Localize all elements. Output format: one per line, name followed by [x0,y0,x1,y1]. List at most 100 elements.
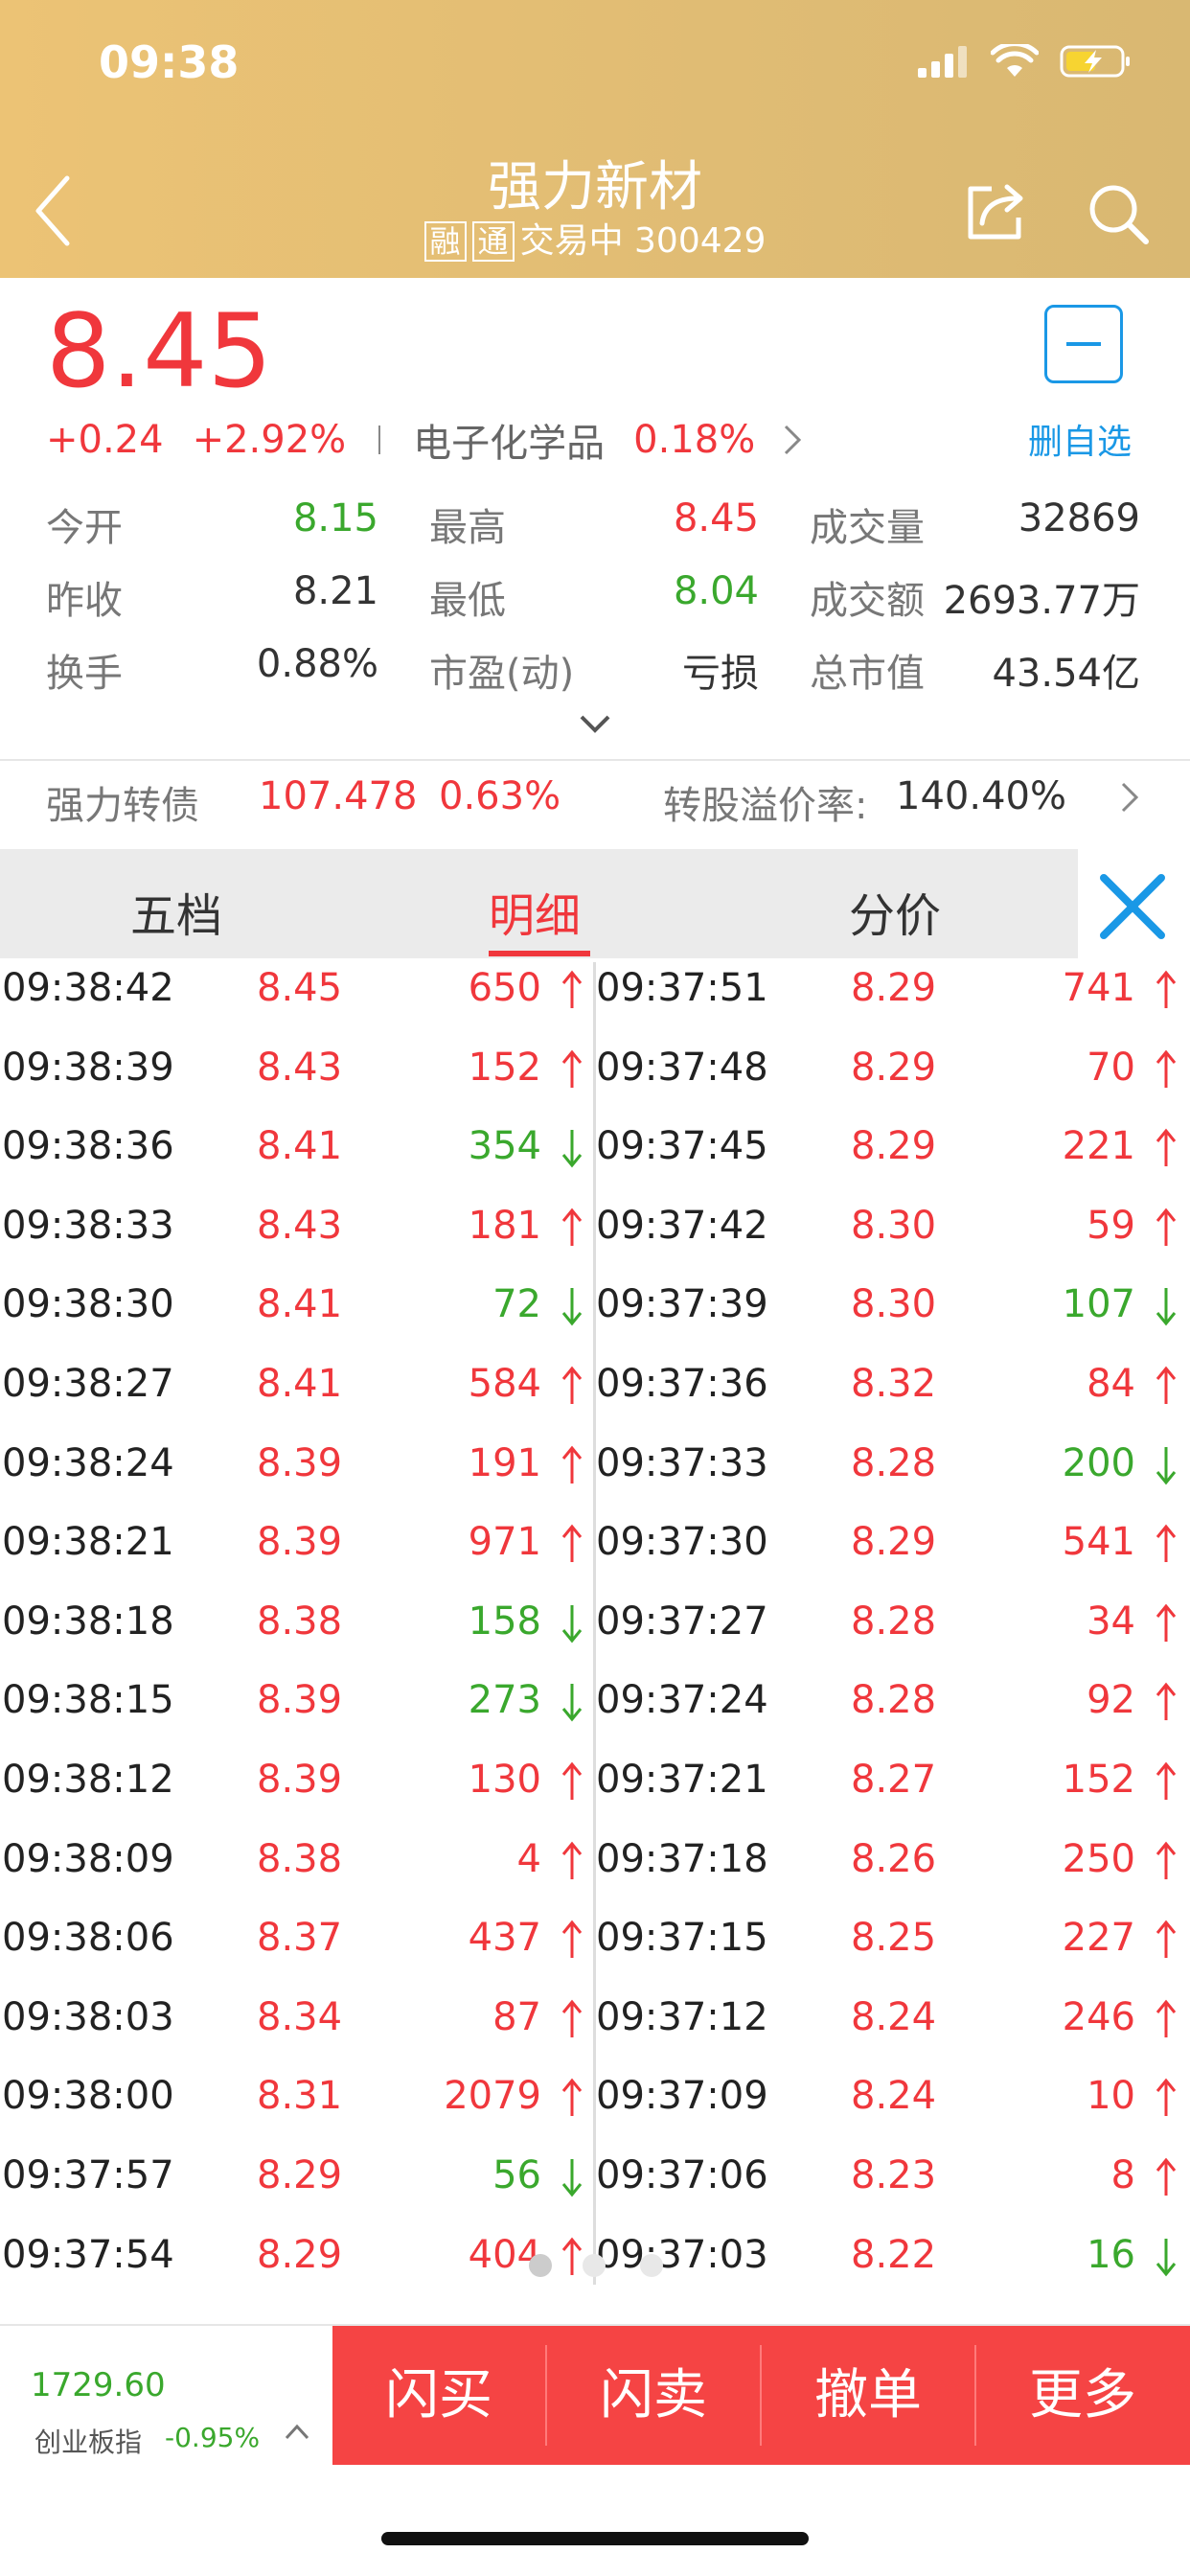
tick-time: 09:37:48 [596,1045,768,1090]
tick-time: 09:37:09 [596,2074,768,2119]
tick-price: 8.29 [851,1045,937,1090]
bond-pct: 0.63% [439,774,561,818]
tick-time: 09:37:27 [596,1598,768,1644]
tick-vol: 152 [1062,1758,1135,1802]
tab-order-book[interactable]: 五档 [130,878,222,945]
arrow-up-icon [1156,1999,1177,2037]
stat-value: 0.88% [256,642,378,686]
tick-time: 09:37:12 [596,1994,768,2039]
page-dot[interactable] [583,2254,606,2277]
page-indicator [0,2254,1190,2279]
tick-price: 8.26 [851,1836,937,1881]
signal-icon [918,46,967,78]
status-icons [918,44,1133,79]
sector-change-pct[interactable]: 0.18% [633,418,755,462]
chevron-up-icon[interactable] [284,2422,310,2441]
wifi-icon [991,44,1039,77]
share-icon[interactable] [963,177,1030,244]
stat-label: 最低 [429,579,506,623]
tick-vol: 246 [1062,1994,1135,2039]
trading-status: 交易中 [519,221,624,261]
tick-time: 09:37:33 [596,1440,768,1485]
arrow-up-icon [1156,2079,1177,2117]
tick-time: 09:37:45 [596,1124,768,1169]
tick-vol: 84 [1087,1362,1135,1406]
chevron-right-icon[interactable] [782,423,803,457]
tick-price: 8.30 [851,1203,937,1248]
stat-value: 8.45 [673,496,759,540]
arrow-up-icon [1156,1049,1177,1088]
stat-value: 8.15 [292,496,378,540]
tick-price: 8.23 [851,2153,937,2197]
column-divider [593,962,596,2285]
tick-vol: 227 [1062,1916,1135,1961]
tick-vol: 221 [1062,1124,1135,1169]
flash-buy-button[interactable]: 闪买 [332,2326,545,2465]
tick-time: 09:37:15 [596,1916,768,1961]
more-button[interactable]: 更多 [976,2326,1189,2465]
index-value[interactable]: 1729.60 [31,2366,166,2404]
stat-label: 昨收 [46,579,123,623]
trade-actions: 闪买 闪卖 撤单 更多 [332,2326,1190,2465]
current-price: 8.45 [46,292,273,410]
price-change-row: +0.24 +2.92% 电子化学品 0.18% [46,412,803,468]
index-change[interactable]: -0.95% [165,2422,260,2453]
convertible-bond-row[interactable]: 强力转债 107.478 0.63% 转股溢价率: 140.40% [0,774,1190,832]
tick-time: 09:37:51 [596,966,768,1010]
tick-time: 09:37:24 [596,1678,768,1723]
tick-price: 8.28 [851,1678,937,1723]
tick-time: 09:37:18 [596,1836,768,1881]
cancel-order-button[interactable]: 撤单 [762,2326,974,2465]
arrow-up-icon [1156,2157,1177,2196]
tick-vol: 10 [1087,2074,1135,2119]
tick-price: 8.29 [851,966,937,1010]
tick-price: 8.29 [851,1124,937,1169]
search-icon[interactable] [1085,180,1150,245]
bottom-bar: 1729.60 创业板指 -0.95% 闪买 闪卖 撤单 更多 [0,2324,1190,2465]
chevron-down-icon[interactable] [578,709,612,738]
separator [378,426,381,454]
arrow-down-icon [1156,1288,1177,1326]
chevron-right-icon[interactable] [1119,780,1140,815]
arrow-up-icon [1156,1366,1177,1404]
index-name[interactable]: 创业板指 [34,2422,142,2460]
tick-time: 09:37:30 [596,1520,768,1565]
stat-label: 换手 [46,652,123,696]
sector-name[interactable]: 电子化学品 [413,412,605,468]
tick-vol: 541 [1062,1520,1135,1565]
stat-label: 市盈(动) [429,652,575,696]
arrow-up-icon [1156,1920,1177,1959]
divider [0,759,1190,761]
tick-price: 8.25 [851,1916,937,1961]
home-indicator[interactable] [381,2532,809,2545]
page-dot[interactable] [640,2254,663,2277]
tab-tick-detail[interactable]: 明细 [489,878,581,945]
tick-vol: 200 [1062,1440,1135,1485]
tab-price-distribution[interactable]: 分价 [849,878,941,945]
tick-time: 09:37:39 [596,1282,768,1327]
tick-time: 09:37:21 [596,1758,768,1802]
active-tab-indicator [489,951,590,956]
remove-favorite-button[interactable] [1044,305,1123,383]
tick-price: 8.28 [851,1598,937,1644]
margin-trading-tag: 融 [423,221,467,262]
stat-value: 8.04 [673,569,759,613]
battery-charging-icon [1060,45,1130,78]
tick-time: 09:37:06 [596,2153,768,2197]
detail-tabs: 五档 明细 分价 [0,849,1078,958]
remove-favorite-label[interactable]: 删自选 [1028,414,1132,464]
bond-price: 107.478 [259,774,418,818]
arrow-up-icon [1156,1603,1177,1642]
stat-label: 最高 [429,506,506,550]
page-dot-active[interactable] [529,2254,552,2277]
stat-value: 8.21 [292,569,378,613]
close-icon[interactable] [1096,870,1169,943]
tick-price: 8.24 [851,2074,937,2119]
stock-code: 300429 [634,221,767,261]
stock-connect-tag: 通 [471,221,515,262]
arrow-up-icon [1156,970,1177,1008]
premium-label: 转股溢价率: [663,784,868,828]
arrow-up-icon [1156,1128,1177,1167]
flash-sell-button[interactable]: 闪卖 [547,2326,760,2465]
tick-vol: 34 [1087,1598,1135,1644]
